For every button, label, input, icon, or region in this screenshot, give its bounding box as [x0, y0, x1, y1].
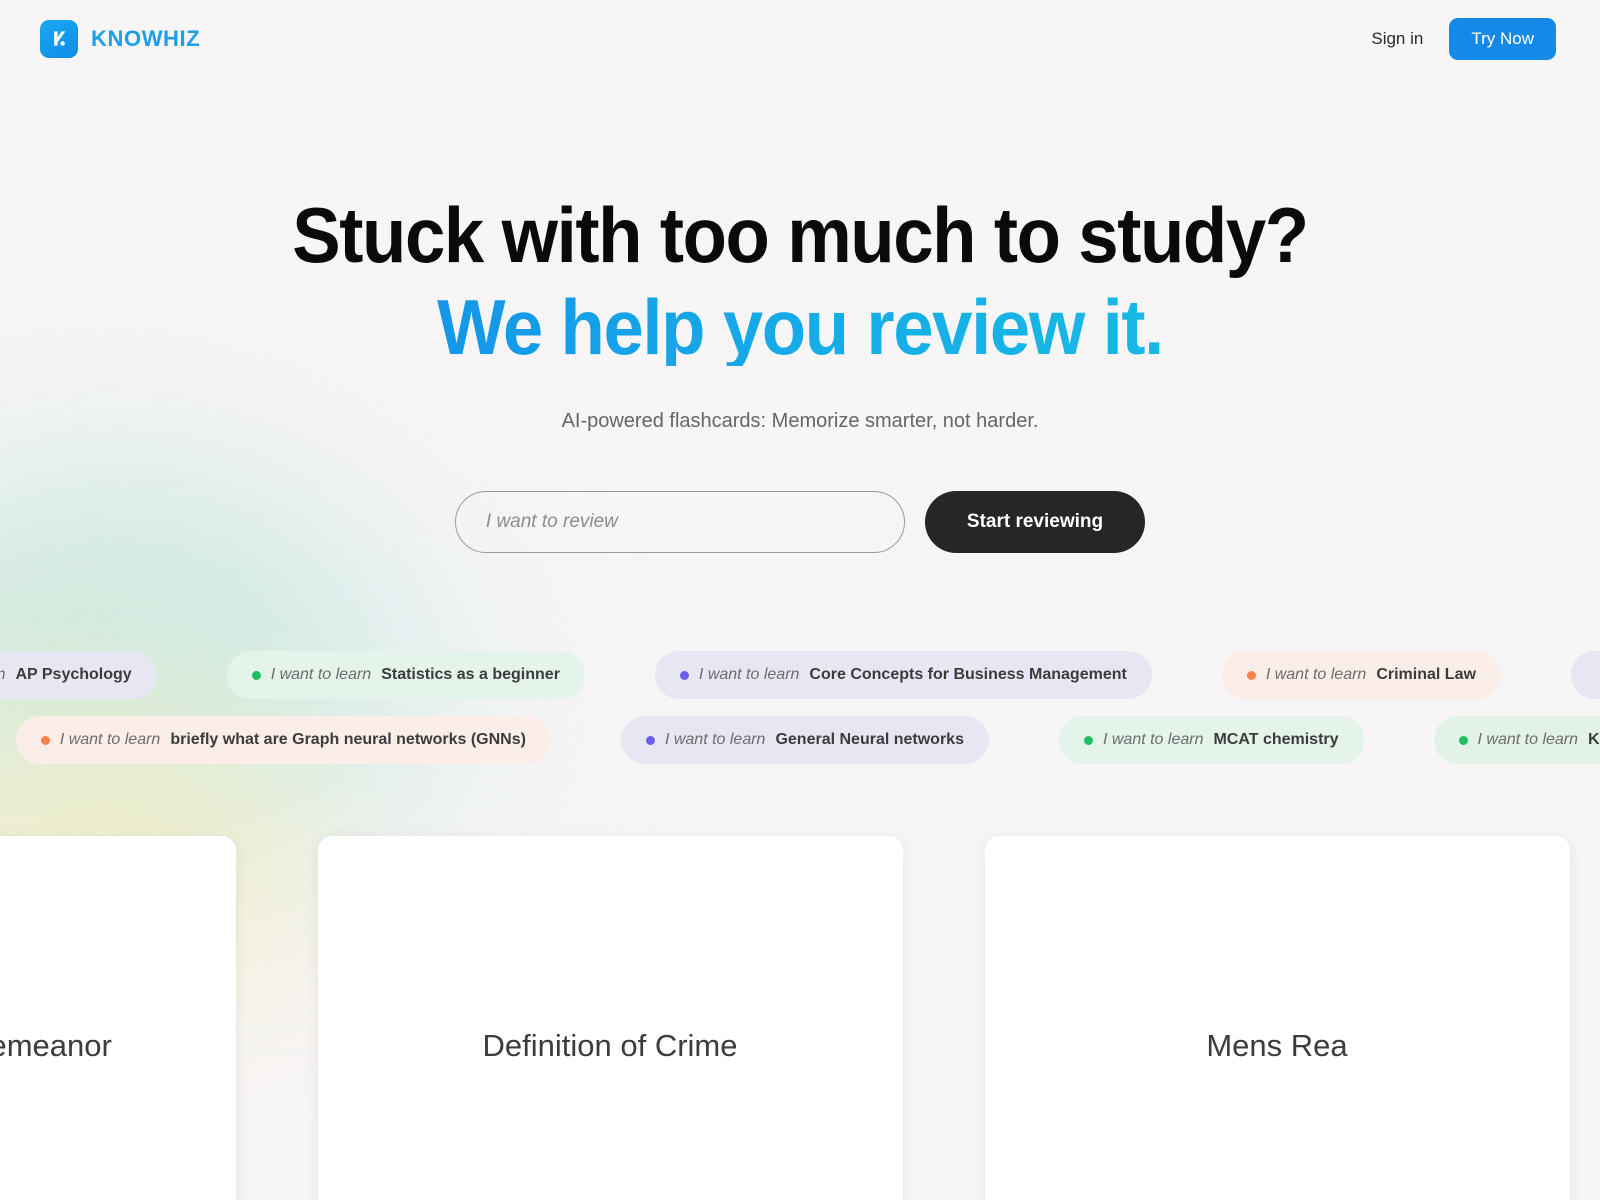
pill-dot-icon [1458, 735, 1468, 745]
pill-lead-text: I want to learn [0, 666, 6, 684]
pill-topic-text: Core Concepts for Business Management [809, 666, 1127, 683]
pill-lead-text: I want to learn [59, 731, 161, 748]
suggestion-pill[interactable]: I want to learn Criminal Law [1221, 651, 1501, 699]
flashcard[interactable]: Definition of Crime [317, 836, 903, 1200]
suggestion-pill[interactable] [1570, 651, 1600, 699]
pill-lead-text: I want to learn [1102, 731, 1204, 748]
search-input[interactable] [454, 491, 905, 553]
pill-lead-text: I want to learn [1477, 731, 1579, 748]
site-header: KNOWHIZ Sign in Try Now [0, 0, 1600, 78]
brand-logo[interactable]: KNOWHIZ [40, 20, 200, 58]
hero-subtitle: AI-powered flashcards: Memorize smarter,… [561, 410, 1039, 432]
brand-name: KNOWHIZ [91, 26, 201, 51]
pill-topic-text: Criminal Law [1376, 666, 1476, 683]
suggestion-row-1: I want to learnAP PsychologyI want to le… [0, 651, 1600, 699]
suggestion-pill[interactable]: I want to learn Core Concepts for Busines… [654, 651, 1152, 699]
pill-topic-text: AP Psychology [15, 666, 132, 683]
hero-section: Stuck with too much to study? We help yo… [0, 78, 1600, 553]
start-reviewing-button[interactable]: Start reviewing [924, 491, 1146, 553]
header-actions: Sign in Try Now [1371, 18, 1556, 60]
pill-dot-icon [645, 735, 655, 745]
knowhiz-k-logo-icon [40, 20, 78, 58]
flashcard-title: Mens Rea [1206, 1028, 1348, 1063]
suggestion-pill[interactable]: I want to learn MCAT chemistry [1058, 716, 1364, 764]
try-now-button[interactable]: Try Now [1449, 18, 1556, 60]
pill-dot-icon [679, 670, 689, 680]
pill-topic-text: briefly what are Graph neural networks (… [170, 731, 526, 748]
pill-dot-icon [40, 735, 50, 745]
pill-dot-icon [251, 670, 261, 680]
search-row: Start reviewing [0, 491, 1600, 553]
suggestion-pill[interactable]: I want to learn Statistics as a beginner [226, 651, 585, 699]
pill-topic-text: General Neural networks [775, 731, 964, 748]
pill-lead-text: I want to learn [664, 731, 766, 748]
suggestion-pill[interactable]: I want to learn General Neural networks [620, 716, 989, 764]
suggestion-marquee: I want to learnAP PsychologyI want to le… [0, 651, 1600, 764]
suggestion-pill[interactable]: I want to learn AP Psychology [0, 651, 157, 699]
suggestion-pill[interactable]: I want to learn briefly what are Graph ne… [15, 716, 551, 764]
flashcard[interactable]: Mens Rea [984, 836, 1570, 1200]
flashcard[interactable]: Felony vs. Misdemeanor [0, 836, 236, 1200]
flashcard-title: Definition of Crime [482, 1028, 738, 1063]
pill-topic-text: Key Topics of Data [1588, 731, 1600, 748]
pill-lead-text: I want to learn [270, 666, 372, 683]
suggestion-row-2: AnalysisI want to learnbriefly what are … [0, 716, 1600, 764]
pill-topic-text: MCAT chemistry [1213, 731, 1339, 748]
suggestion-pill[interactable]: I want to learn Key Topics of Data [1433, 716, 1600, 764]
pill-dot-icon [1246, 670, 1256, 680]
sign-in-link[interactable]: Sign in [1371, 29, 1423, 49]
pill-topic-text: Statistics as a beginner [381, 666, 560, 683]
pill-lead-text: I want to learn [1265, 666, 1367, 683]
page-title-line-2: We help you review it. [56, 288, 1544, 366]
pill-lead-text: I want to learn [698, 666, 800, 683]
page-title-line-1: Stuck with too much to study? [292, 191, 1309, 279]
flashcard-strip: Felony vs. Misdemeanor Definition of Crim… [0, 836, 1600, 1200]
pill-dot-icon [1083, 735, 1093, 745]
flashcard-title: Felony vs. Misdemeanor [0, 1028, 112, 1063]
